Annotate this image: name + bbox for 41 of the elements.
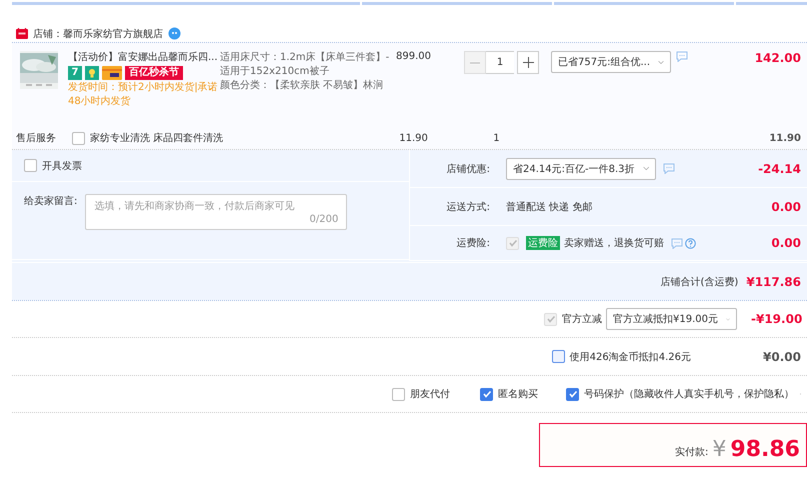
shipping-method: 普通配送 快递 免邮 [506, 200, 592, 214]
payment-label: 实付款: [675, 446, 708, 459]
tag: 7 [68, 66, 82, 80]
discount-select[interactable]: 已省757元:组合优... [551, 51, 671, 73]
discount-select[interactable]: 省24.14元:百亿-一件8.3折 [506, 158, 656, 180]
option-label: 朋友代付 [410, 388, 450, 401]
official-discount-label: 官方立减 [562, 312, 602, 326]
amount: -¥19.00 [751, 312, 801, 326]
currency-sign: ¥ [712, 438, 726, 462]
message-label: 给卖家留言: [24, 194, 78, 209]
row-label: 运费险: [456, 236, 490, 250]
service-name: 家纺专业清洗 床品四套件清洗 [90, 132, 224, 145]
option-label: 匿名购买 [498, 388, 538, 401]
amount: 0.00 [771, 200, 801, 214]
product-title[interactable]: 【活动价】富安娜出品馨而乐四... [68, 51, 218, 65]
product-spec: 颜色分类：【柔软亲肤 不易皱】林涧 [220, 79, 384, 93]
service-label: 售后服务 [16, 132, 57, 145]
item-subtotal: 142.00 [754, 51, 801, 65]
product-spec: 适用床尺寸：1.2m床【床单三件套】-适用于152x210cm被子 [220, 51, 390, 79]
service-quantity: 1 [493, 132, 501, 144]
coins-label: 使用426淘金币抵扣4.26元 [570, 350, 691, 364]
store-name[interactable]: 店铺：馨而乐家纺官方旗舰店 [33, 26, 163, 40]
service-price: 11.90 [399, 132, 429, 144]
insurance-tag: 运费险 [526, 236, 560, 250]
amount: ¥0.00 [762, 350, 801, 364]
promo-tag: 百亿秒杀节 [125, 66, 183, 80]
service-total: 11.90 [769, 132, 801, 144]
quantity-field[interactable]: 1 [486, 51, 514, 74]
insurance-note: 卖家赠送，退换货可赔 [564, 236, 664, 250]
delivery-time: 发货时间：预计2小时内发货|承诺48小时内发货 [68, 81, 218, 109]
official-discount-select[interactable]: 官方立减抵扣¥19.00元 [606, 308, 737, 330]
store-total-label: 店铺合计(含运费) [660, 276, 738, 288]
amount: 0.00 [771, 236, 801, 250]
payment-amount: 98.86 [730, 438, 800, 462]
option-label: 号码保护（隐藏收件人真实手机号，保护隐私） [584, 388, 794, 401]
unit-price: 899.00 [396, 51, 432, 62]
row-label: 运送方式: [446, 200, 490, 214]
store-total-amount: ¥117.86 [746, 274, 801, 288]
amount: -24.14 [758, 162, 801, 176]
row-label: 店铺优惠: [446, 162, 490, 176]
invoice-label: 开具发票 [42, 160, 82, 172]
